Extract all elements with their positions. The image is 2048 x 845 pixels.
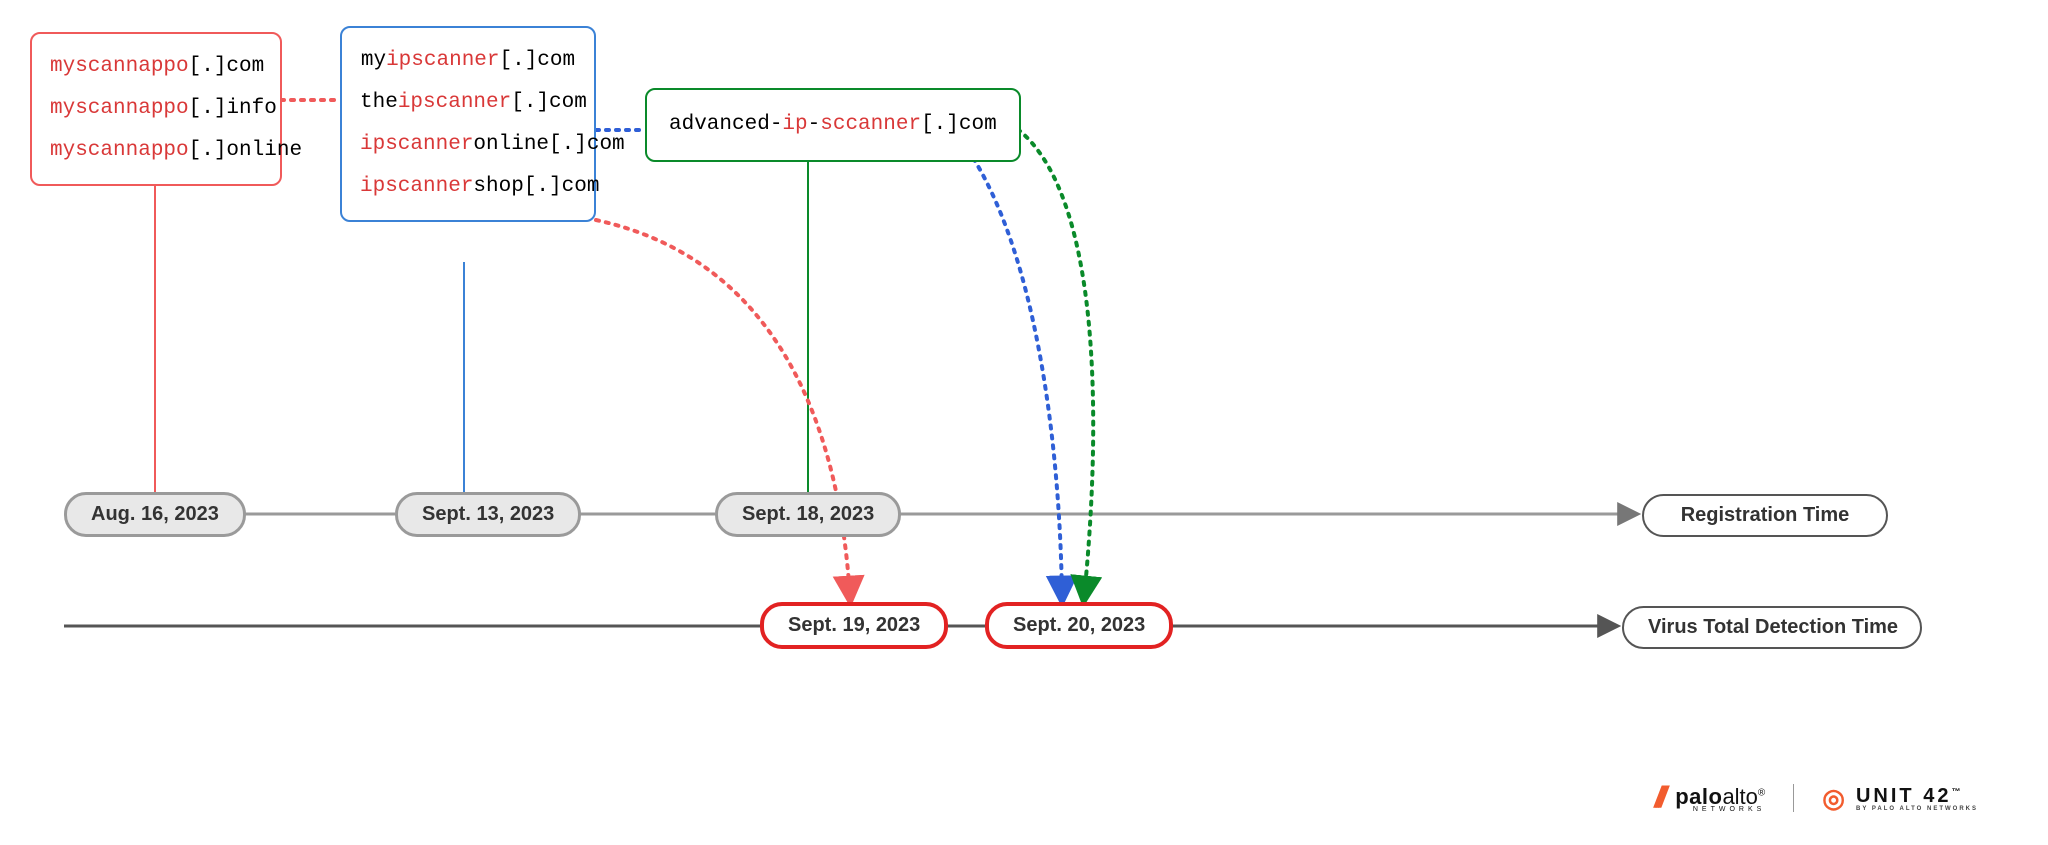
domain-line: myipscanner[.]com [360,40,576,82]
footer-separator [1793,784,1794,812]
domain-line: myscannappo[.]info [50,88,262,130]
unit42-mark-icon: ◎ [1822,783,1848,814]
logo-paloalto: /// paloalto® NETWORKS [1654,781,1765,815]
domain-group-blue: myipscanner[.]com theipscanner[.]com ips… [340,26,596,222]
date-det-1: Sept. 19, 2023 [760,602,948,649]
domain-line: ipscannershop[.]com [360,166,576,208]
domain-line: myscannappo[.]online [50,130,262,172]
date-reg-1: Aug. 16, 2023 [64,492,246,537]
date-reg-3: Sept. 18, 2023 [715,492,901,537]
label-detection: Virus Total Detection Time [1622,606,1922,649]
domain-group-red: myscannappo[.]com myscannappo[.]info mys… [30,32,282,186]
domain-line: advanced-ip-sccanner[.]com [669,104,997,146]
footer-brands: /// paloalto® NETWORKS ◎ UNIT 42™ BY PAL… [1654,781,1978,815]
date-reg-2: Sept. 13, 2023 [395,492,581,537]
logo-unit42: ◎ UNIT 42™ BY PALO ALTO NETWORKS [1822,783,1978,814]
domain-line: myscannappo[.]com [50,46,262,88]
domain-line: theipscanner[.]com [360,82,576,124]
domain-group-green: advanced-ip-sccanner[.]com [645,88,1021,162]
connector-overlay [0,0,2048,845]
label-registration: Registration Time [1642,494,1888,537]
domain-line: ipscanneronline[.]com [360,124,576,166]
date-det-2: Sept. 20, 2023 [985,602,1173,649]
paloalto-slash-icon: /// [1654,781,1661,815]
